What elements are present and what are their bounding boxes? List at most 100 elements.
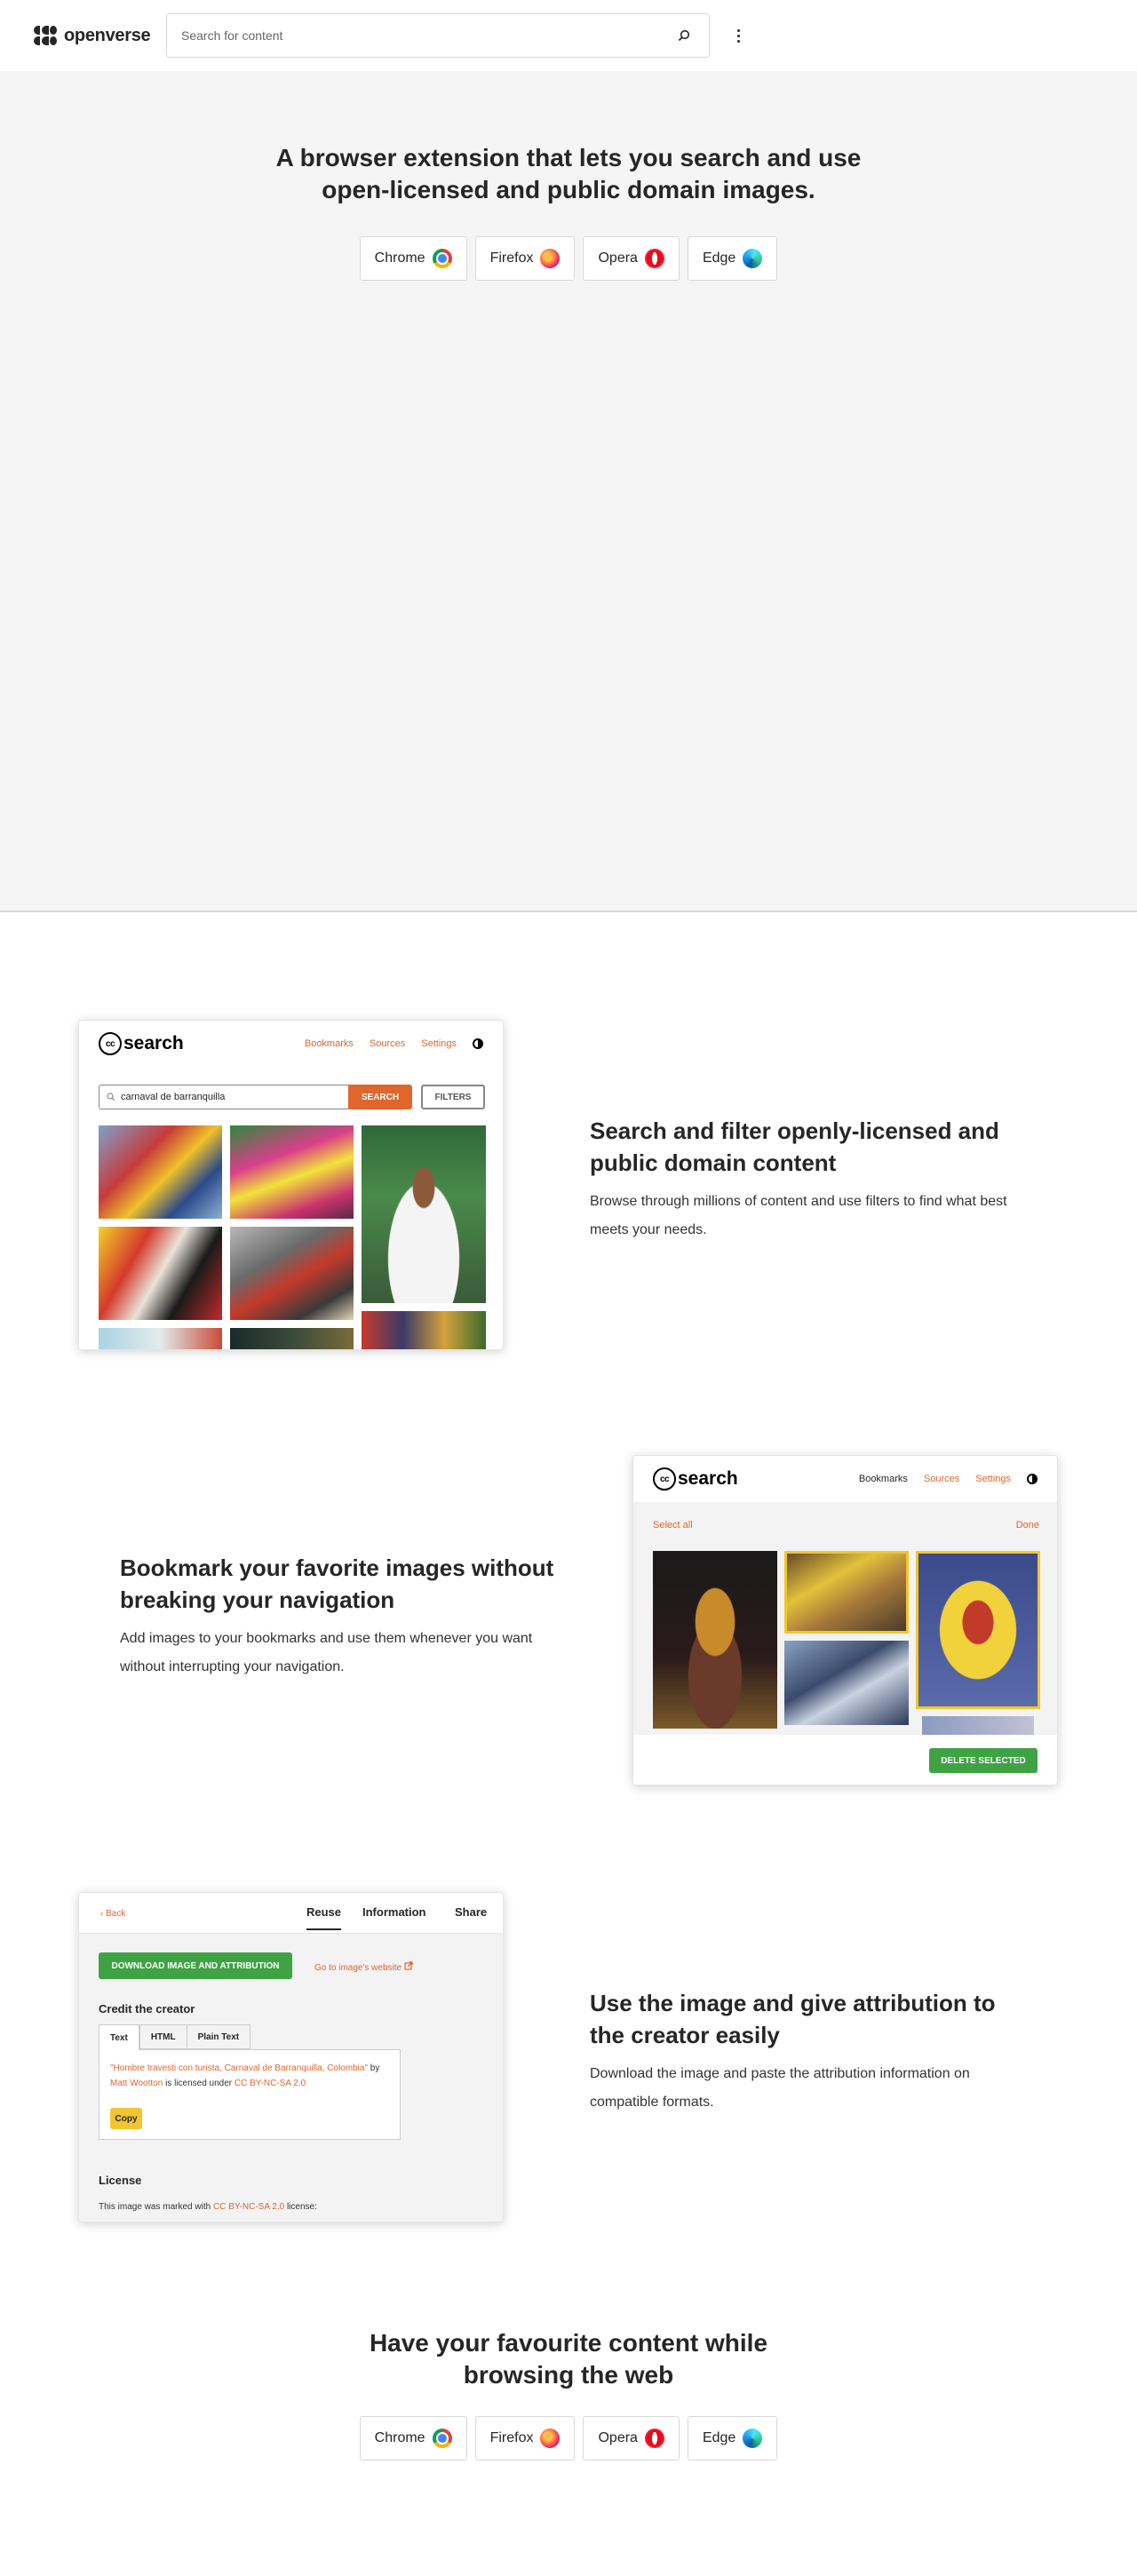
tab-information[interactable]: Information — [362, 1905, 426, 1919]
firefox-button[interactable]: Firefox — [474, 236, 576, 281]
license-suffix: license: — [286, 2202, 317, 2212]
format-tab-text[interactable]: Text — [99, 2024, 139, 2050]
cc-search-logo: cc search — [99, 1032, 184, 1055]
nav-sources[interactable]: Sources — [924, 1474, 959, 1484]
feature-attribution-title: Use the image and give attribution to th… — [590, 1990, 996, 2048]
search-icon — [107, 1093, 115, 1101]
cc-logo-text: search — [678, 1468, 738, 1489]
mock-search-row: carnaval de barranquilla SEARCH FILTERS — [99, 1085, 486, 1109]
grid-image[interactable] — [99, 1328, 222, 1349]
edge-label: Edge — [702, 250, 736, 266]
search-box — [166, 13, 710, 58]
theme-toggle-icon[interactable] — [1027, 1474, 1038, 1484]
hero-browser-buttons: Chrome Firefox Opera Edge — [0, 236, 1137, 281]
bottom-browser-buttons: Chrome Firefox Opera Edge — [0, 2416, 1137, 2461]
back-label: Back — [106, 1909, 126, 1919]
firefox-button[interactable]: Firefox — [474, 2416, 576, 2461]
attribution-license[interactable]: CC BY-NC-SA 2.0 — [235, 2079, 306, 2088]
grid-image[interactable] — [230, 1125, 354, 1219]
download-button[interactable]: DOWNLOAD IMAGE AND ATTRIBUTION — [99, 1952, 292, 1979]
search-preview-mockup: cc search Bookmarks Sources Settings carn… — [78, 1020, 504, 1350]
brand-logo[interactable]: openverse — [34, 25, 151, 46]
grid-image[interactable] — [362, 1311, 486, 1349]
mock-nav: Bookmarks Sources Settings — [305, 1038, 483, 1049]
credit-heading: Credit the creator — [99, 2002, 195, 2015]
mock-nav: Bookmarks Sources Settings — [859, 1474, 1038, 1484]
feature-attribution: Use the image and give attribution to th… — [590, 1987, 1025, 2117]
opera-icon — [644, 249, 664, 268]
site-header: openverse — [0, 0, 1137, 71]
tab-reuse[interactable]: Reuse — [306, 1905, 342, 1930]
go-to-website-link[interactable]: Go to image's website — [314, 1961, 413, 1973]
back-link[interactable]: ‹ Back — [100, 1909, 125, 1919]
cc-icon: cc — [99, 1032, 122, 1055]
bookmarks-preview-mockup: cc search Bookmarks Sources Settings Sele… — [632, 1455, 1058, 1785]
copy-button[interactable]: Copy — [110, 2108, 142, 2129]
grid-image[interactable] — [99, 1125, 222, 1219]
nav-sources[interactable]: Sources — [370, 1038, 405, 1049]
search-button[interactable] — [673, 25, 695, 46]
grid-image[interactable] — [99, 1227, 222, 1320]
bookmark-image-selected[interactable] — [916, 1551, 1040, 1709]
chrome-icon — [432, 2429, 452, 2448]
delete-selected-button[interactable]: DELETE SELECTED — [929, 1748, 1038, 1773]
mock-query-text: carnaval de barranquilla — [121, 1092, 226, 1102]
chrome-label: Chrome — [374, 250, 425, 266]
bookmark-image[interactable] — [922, 1716, 1034, 1735]
opera-label: Opera — [598, 250, 638, 266]
opera-button[interactable]: Opera — [583, 236, 680, 281]
feature-search-body: Browse through millions of content and u… — [590, 1194, 1007, 1237]
openverse-logo-icon — [34, 26, 57, 45]
attribution-licensed: is licensed under — [165, 2079, 233, 2088]
license-text: This image was marked with CC BY-NC-SA 2… — [99, 2202, 317, 2212]
edge-button[interactable]: Edge — [687, 236, 778, 281]
nav-bookmarks[interactable]: Bookmarks — [305, 1038, 354, 1049]
bookmark-image[interactable] — [653, 1551, 777, 1729]
mock-filters-button[interactable]: FILTERS — [421, 1085, 485, 1109]
edge-button[interactable]: Edge — [687, 2416, 778, 2461]
grid-image[interactable] — [230, 1227, 354, 1320]
cc-search-logo: cc search — [653, 1467, 738, 1491]
opera-label: Opera — [598, 2430, 638, 2445]
firefox-icon — [540, 249, 561, 268]
bookmark-image-selected[interactable] — [784, 1551, 909, 1634]
bottom-title: Have your favourite content while browsi… — [369, 2329, 768, 2389]
chrome-button[interactable]: Chrome — [359, 2416, 467, 2461]
search-icon — [678, 29, 690, 42]
select-all-link[interactable]: Select all — [653, 1520, 693, 1530]
brand-name: openverse — [64, 25, 151, 45]
cc-icon: cc — [653, 1467, 676, 1491]
more-menu-button[interactable] — [727, 23, 750, 48]
feature-search: Search and filter openly-licensed and pu… — [590, 1115, 1025, 1244]
grid-image[interactable] — [230, 1328, 354, 1349]
theme-toggle-icon[interactable] — [473, 1038, 483, 1049]
bookmark-image[interactable] — [784, 1641, 909, 1725]
search-input[interactable] — [181, 28, 673, 43]
chrome-icon — [432, 249, 452, 268]
attribution-author[interactable]: Matt Wootton — [110, 2079, 163, 2088]
opera-button[interactable]: Opera — [583, 2416, 680, 2461]
opera-icon — [644, 2429, 664, 2448]
nav-settings[interactable]: Settings — [421, 1038, 457, 1049]
feature-attribution-body: Download the image and paste the attribu… — [590, 2066, 970, 2110]
mock-search-input[interactable]: carnaval de barranquilla — [99, 1085, 348, 1109]
feature-bookmark-title: Bookmark your favorite images without br… — [120, 1554, 554, 1613]
go-to-website-label: Go to image's website — [314, 1963, 402, 1973]
nav-bookmarks[interactable]: Bookmarks — [859, 1474, 908, 1484]
format-tab-html[interactable]: HTML — [139, 2024, 187, 2049]
grid-image[interactable] — [362, 1125, 486, 1303]
done-link[interactable]: Done — [1016, 1520, 1039, 1530]
chrome-button[interactable]: Chrome — [359, 236, 467, 281]
attribution-title[interactable]: "Hombre travesti con turista, Carnaval d… — [110, 2063, 368, 2073]
attribution-by: by — [370, 2063, 380, 2073]
format-tab-plain[interactable]: Plain Text — [187, 2024, 251, 2049]
feature-search-title: Search and filter openly-licensed and pu… — [590, 1117, 999, 1176]
reuse-header: ‹ Back Reuse Information Share — [79, 1893, 503, 1934]
tab-share[interactable]: Share — [455, 1905, 487, 1919]
mock-header: cc search Bookmarks Sources Settings — [79, 1021, 503, 1067]
mock-search-button[interactable]: SEARCH — [348, 1085, 412, 1109]
reuse-preview-mockup: ‹ Back Reuse Information Share DOWNLOAD … — [78, 1892, 504, 2222]
bottom-cta: Have your favourite content while browsi… — [0, 2327, 1137, 2461]
nav-settings[interactable]: Settings — [975, 1474, 1011, 1484]
license-link[interactable]: CC BY-NC-SA 2.0 — [213, 2202, 284, 2212]
